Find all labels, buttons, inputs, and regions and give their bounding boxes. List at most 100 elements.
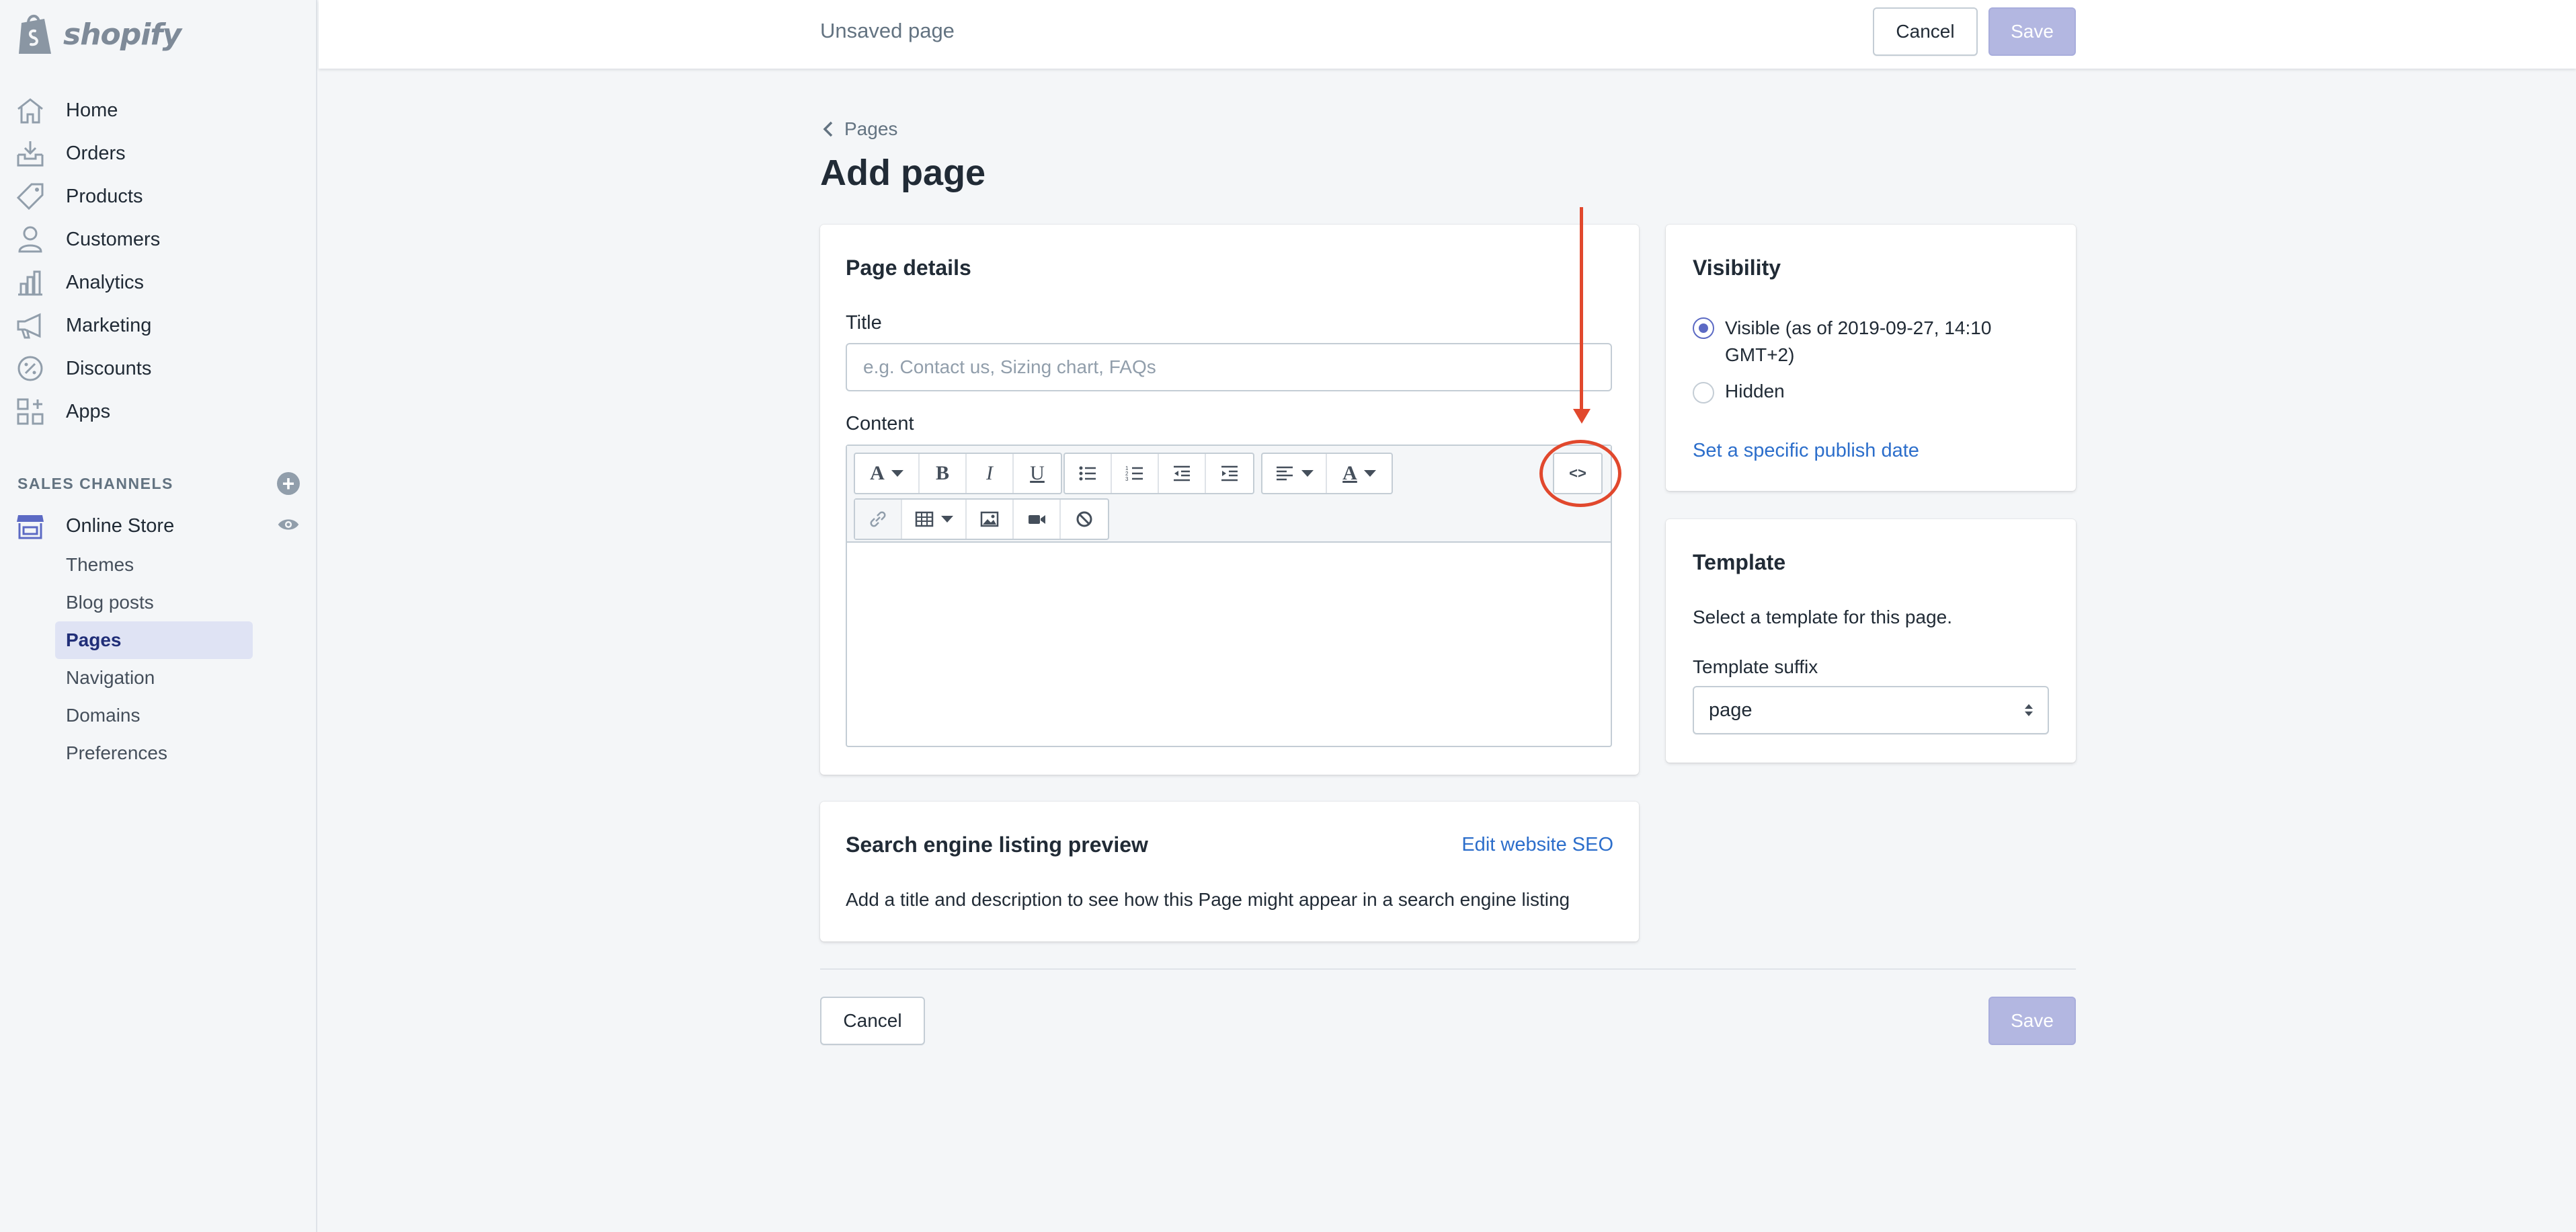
insert-image-button[interactable] — [967, 500, 1014, 539]
set-publish-date-link[interactable]: Set a specific publish date — [1693, 440, 1919, 462]
align-left-icon — [1277, 466, 1293, 481]
content-label: Content — [846, 413, 914, 434]
nav-item-label: Apps — [66, 400, 111, 422]
add-channel-plus-icon[interactable]: + — [277, 472, 300, 495]
seo-preview-card: Search engine listing preview Edit websi… — [820, 802, 1639, 941]
nav-item-products[interactable]: Products — [0, 175, 317, 218]
footer-save-button[interactable]: Save — [1988, 997, 2076, 1045]
template-suffix-select[interactable]: page — [1693, 686, 2049, 734]
megaphone-icon — [15, 310, 46, 341]
shopify-logo[interactable]: shopify — [15, 5, 182, 63]
table-button[interactable] — [902, 500, 967, 539]
title-label: Title — [846, 312, 882, 334]
table-icon — [915, 511, 934, 527]
bullet-list-icon — [1079, 466, 1096, 481]
footer-cancel-button[interactable]: Cancel — [820, 997, 925, 1045]
annotation-arrow-head — [1573, 409, 1591, 424]
link-icon — [870, 511, 886, 527]
annotation-arrow-line — [1580, 207, 1583, 414]
sales-channels-header: SALES CHANNELS + — [17, 472, 300, 495]
numbered-list-button[interactable]: 123 — [1112, 454, 1159, 493]
link-button[interactable] — [855, 500, 902, 539]
image-icon — [980, 511, 999, 527]
bold-button[interactable]: B — [920, 454, 967, 493]
nav-item-label: Orders — [66, 142, 126, 164]
subnav-item-navigation[interactable]: Navigation — [55, 659, 253, 697]
nav-item-orders[interactable]: Orders — [0, 132, 317, 175]
chevron-left-icon — [823, 121, 833, 137]
template-heading: Template — [1693, 550, 1786, 574]
home-icon — [15, 95, 46, 126]
top-cancel-button[interactable]: Cancel — [1873, 7, 1978, 56]
main-nav: Home Orders Products Customers Analytics… — [0, 89, 317, 433]
visible-radio[interactable] — [1693, 317, 1714, 339]
underline-icon: U — [1030, 462, 1045, 484]
nav-item-label: Home — [66, 99, 118, 121]
subnav-item-themes[interactable]: Themes — [55, 546, 253, 584]
italic-button[interactable]: I — [967, 454, 1014, 493]
hidden-radio[interactable] — [1693, 382, 1714, 403]
breadcrumb[interactable]: Pages — [820, 118, 897, 140]
nav-item-discounts[interactable]: Discounts — [0, 347, 317, 390]
bullet-list-button[interactable] — [1065, 454, 1112, 493]
text-color-button[interactable]: A — [1327, 454, 1392, 493]
nav-item-online-store[interactable]: Online Store — [15, 504, 300, 547]
seo-description: Add a title and description to see how t… — [846, 889, 1570, 910]
insert-video-button[interactable] — [1014, 500, 1061, 539]
store-icon — [15, 510, 46, 541]
nav-item-home[interactable]: Home — [0, 89, 317, 132]
align-color-group: A — [1261, 453, 1393, 494]
font-a-icon: A — [870, 462, 885, 484]
indent-button[interactable] — [1206, 454, 1253, 493]
online-store-label: Online Store — [66, 514, 175, 537]
nav-item-label: Products — [66, 185, 143, 207]
underline-button[interactable]: U — [1014, 454, 1061, 493]
edit-website-seo-link[interactable]: Edit website SEO — [1461, 834, 1613, 856]
nav-item-analytics[interactable]: Analytics — [0, 261, 317, 304]
template-suffix-label: Template suffix — [1693, 656, 1818, 677]
top-save-button[interactable]: Save — [1988, 7, 2076, 56]
clear-formatting-button[interactable] — [1061, 500, 1108, 539]
nav-item-marketing[interactable]: Marketing — [0, 304, 317, 347]
shopify-bag-icon — [19, 15, 51, 54]
top-bar-title: Unsaved page — [820, 19, 955, 42]
italic-icon: I — [986, 462, 993, 484]
editor-content-area[interactable] — [847, 543, 1611, 746]
text-style-button[interactable]: A — [855, 454, 920, 493]
svg-text:3: 3 — [1125, 476, 1129, 482]
subnav-item-pages[interactable]: Pages — [55, 621, 253, 659]
rich-text-editor: A B I U 123 A <> — [846, 445, 1612, 747]
clear-formatting-icon — [1076, 511, 1092, 527]
nav-item-label: Analytics — [66, 271, 145, 293]
seo-heading: Search engine listing preview — [846, 833, 1148, 857]
annotation-circle — [1539, 440, 1621, 507]
editor-toolbar: A B I U 123 A <> — [847, 446, 1611, 543]
video-camera-icon — [1029, 515, 1045, 524]
align-button[interactable] — [1262, 454, 1327, 493]
eye-icon[interactable] — [277, 516, 300, 536]
subnav-item-domains[interactable]: Domains — [55, 697, 253, 734]
orders-icon — [15, 138, 46, 169]
nav-item-customers[interactable]: Customers — [0, 218, 317, 261]
tag-icon — [15, 181, 46, 212]
template-suffix-value: page — [1709, 699, 1753, 721]
visible-radio-label: Visible (as of 2019-09-27, 14:10 GMT+2) — [1725, 317, 1992, 365]
page-title: Add page — [820, 153, 986, 193]
outdent-button[interactable] — [1159, 454, 1206, 493]
subnav-item-preferences[interactable]: Preferences — [55, 734, 253, 772]
logo-text: shopify — [63, 17, 182, 52]
person-icon — [15, 224, 46, 255]
page-details-card: Page details Title Content A B I U 123 A — [820, 225, 1639, 775]
nav-item-apps[interactable]: Apps — [0, 390, 317, 433]
text-color-icon: A — [1342, 462, 1357, 484]
title-input[interactable] — [846, 343, 1612, 391]
insert-group — [854, 498, 1109, 540]
subnav-item-blog-posts[interactable]: Blog posts — [55, 584, 253, 621]
top-bar: Unsaved page Cancel Save — [319, 0, 2576, 69]
sales-channels-heading: SALES CHANNELS — [17, 474, 173, 492]
nav-item-label: Discounts — [66, 357, 152, 379]
select-arrows-icon — [2025, 704, 2033, 716]
list-indent-group: 123 — [1063, 453, 1254, 494]
template-description: Select a template for this page. — [1693, 607, 1952, 627]
indent-icon — [1221, 465, 1238, 482]
